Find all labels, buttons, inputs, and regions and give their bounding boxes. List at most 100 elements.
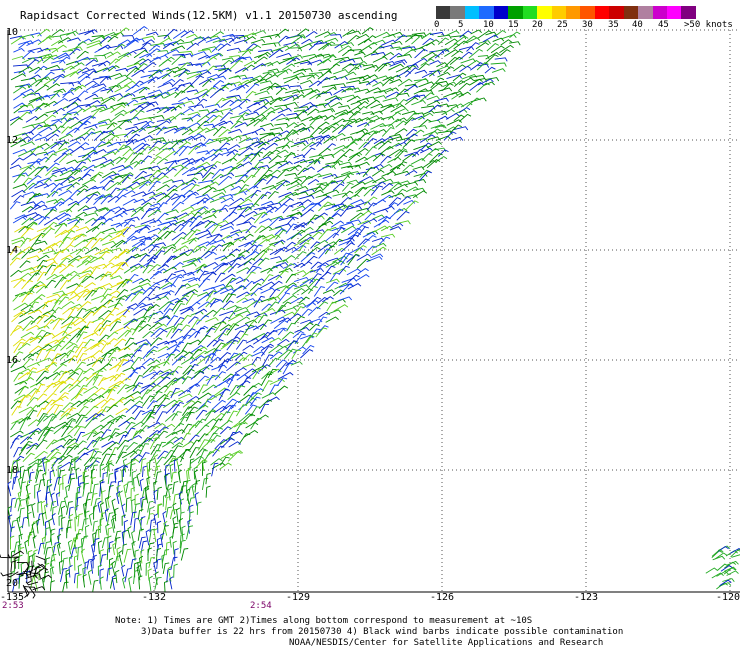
wind-barb [221, 157, 238, 165]
wind-barb [34, 450, 48, 460]
wind-barb [149, 337, 163, 347]
wind-barb [259, 226, 273, 233]
wind-barb [345, 106, 362, 115]
wind-barb [269, 127, 284, 132]
wind-barb [229, 153, 241, 162]
wind-barb [254, 90, 270, 96]
wind-barb [18, 574, 24, 589]
wind-barb [182, 400, 196, 408]
wind-barb [308, 189, 324, 197]
wind-barb [196, 115, 210, 123]
wind-barb [482, 34, 499, 43]
wind-barb [246, 392, 258, 404]
wind-barb [131, 235, 148, 241]
wind-barb [116, 464, 129, 471]
wind-barb [437, 103, 450, 108]
wind-barb [107, 431, 120, 441]
wind-barb [123, 548, 132, 563]
wind-barb [313, 286, 325, 297]
wind-barb [251, 235, 264, 246]
wind-barb [211, 120, 228, 128]
wind-barb [249, 283, 262, 292]
wind-barb [83, 456, 96, 466]
wind-barb [403, 84, 419, 93]
time-label-2: 2:54 [250, 601, 272, 611]
wind-barb [115, 414, 127, 423]
wind-barb [189, 344, 205, 354]
wind-barb [340, 253, 353, 266]
wind-barb [150, 43, 166, 48]
wind-barb [206, 139, 222, 145]
wind-barb [178, 96, 190, 103]
wind-barb [267, 60, 281, 67]
wind-barb [185, 411, 195, 422]
wind-barb [366, 202, 378, 211]
wind-barb [61, 244, 74, 253]
wind-barb [373, 95, 387, 100]
lat-label-20: 20 [6, 578, 19, 589]
wind-barb [281, 140, 294, 150]
wind-barb [365, 146, 377, 156]
wind-barb [59, 31, 76, 37]
wind-barb [242, 413, 256, 423]
wind-barb [402, 153, 417, 162]
wind-barb [19, 481, 26, 497]
wind-barb [118, 550, 123, 567]
wind-barb [201, 172, 215, 182]
wind-barb [160, 532, 165, 548]
wind-barb [77, 513, 84, 527]
wind-barb [107, 45, 124, 50]
wind-barb [86, 359, 103, 367]
wind-barb [84, 151, 98, 161]
wind-barb [491, 68, 506, 73]
wind-barb [324, 122, 340, 130]
wind-barb [34, 303, 49, 312]
wind-barb [60, 505, 66, 518]
wind-barb [229, 276, 244, 284]
wind-barb [373, 225, 389, 233]
wind-barb [412, 149, 425, 158]
wind-barb [356, 274, 370, 281]
wind-barb [114, 194, 127, 203]
wind-barb [212, 307, 226, 317]
wind-barb [201, 87, 216, 98]
wind-barb [260, 287, 276, 294]
wind-barb [102, 262, 115, 270]
wind-barb [299, 236, 315, 246]
wind-barb [342, 141, 358, 150]
wind-barb [69, 513, 74, 529]
wind-barb [323, 189, 340, 196]
wind-barb [51, 506, 58, 519]
wind-barb [61, 516, 66, 532]
wind-barb [108, 460, 113, 472]
wind-barb [181, 525, 186, 541]
wind-barb [346, 34, 360, 44]
wind-barb [146, 513, 154, 525]
lat-label-16: 16 [6, 355, 19, 366]
wind-barb [138, 296, 151, 305]
wind-barb [132, 405, 143, 415]
wind-barb [396, 210, 410, 221]
wind-barb [337, 45, 352, 53]
wind-barb [211, 427, 224, 436]
wind-barb [102, 472, 108, 484]
wind-barb [161, 525, 169, 540]
wind-barb [446, 30, 460, 36]
wind-barb [374, 31, 390, 39]
wind-barb [186, 33, 198, 39]
wind-barb [37, 412, 48, 422]
wind-barb [380, 233, 396, 238]
wind-barb [114, 470, 119, 484]
wind-barb [171, 365, 183, 376]
wind-barb [354, 63, 366, 71]
wind-barb [230, 191, 247, 197]
wind-barb [284, 43, 301, 51]
wind-barb [62, 581, 69, 592]
wind-barb [403, 48, 417, 56]
wind-barb [50, 500, 57, 512]
wind-barb [230, 185, 243, 191]
wind-barb [156, 486, 163, 500]
wind-barb [414, 77, 429, 84]
wind-barb [35, 555, 46, 564]
wind-barb [139, 282, 152, 288]
